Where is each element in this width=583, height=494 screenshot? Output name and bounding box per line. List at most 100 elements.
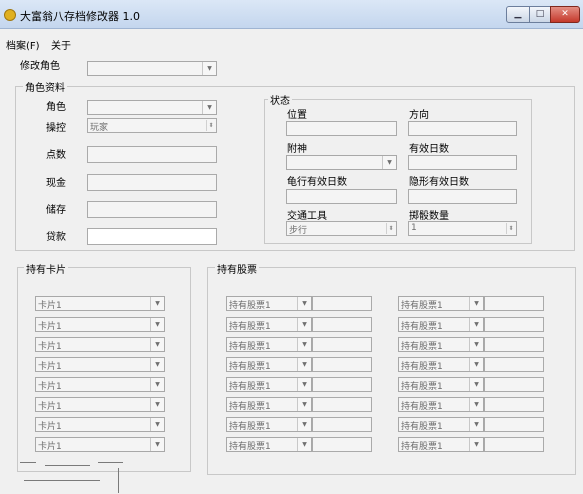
invisible-days-field[interactable] [408,189,517,204]
stock-amount-field[interactable] [312,417,372,432]
loan-field[interactable] [87,228,217,245]
chevron-down-icon[interactable]: ▼ [469,358,483,371]
stock-select[interactable]: 持有股票1 ▼ [226,317,312,332]
control-spinner[interactable]: 玩家 ⬍ [87,118,217,133]
chevron-down-icon[interactable]: ▼ [150,378,164,391]
chevron-down-icon[interactable]: ▼ [150,438,164,451]
card-select[interactable]: 卡片1 ▼ [35,337,165,352]
stock-amount-field[interactable] [312,337,372,352]
menu-about[interactable]: 关于 [51,37,71,52]
stock-amount-field[interactable] [312,437,372,452]
vehicle-spinner[interactable]: 步行 ⬍ [286,221,397,236]
turtle-days-field[interactable] [286,189,397,204]
cash-label: 现金 [46,178,66,189]
chevron-down-icon[interactable]: ▼ [150,338,164,351]
stock-select[interactable]: 持有股票1 ▼ [226,357,312,372]
minimize-button[interactable]: ▁ [506,6,530,23]
stock-select[interactable]: 持有股票1 ▼ [398,377,484,392]
card-select[interactable]: 卡片1 ▼ [35,357,165,372]
stock-select[interactable]: 持有股票1 ▼ [226,377,312,392]
invisible-days-label: 隐形有效日数 [409,177,469,188]
stock-amount-field[interactable] [312,397,372,412]
stock-amount-field[interactable] [312,317,372,332]
chevron-down-icon[interactable]: ▼ [297,338,311,351]
artifact-line [20,462,36,463]
modify-role-select[interactable]: ▼ [87,61,217,76]
card-select[interactable]: 卡片1 ▼ [35,397,165,412]
card-select[interactable]: 卡片1 ▼ [35,317,165,332]
spin-icon[interactable]: ⬍ [206,120,215,131]
chevron-down-icon[interactable]: ▼ [469,318,483,331]
chevron-down-icon[interactable]: ▼ [297,318,311,331]
card-select[interactable]: 卡片1 ▼ [35,296,165,311]
control-label: 操控 [46,123,66,134]
stock-amount-field[interactable] [484,417,544,432]
chevron-down-icon[interactable]: ▼ [297,297,311,310]
card-value: 卡片1 [38,422,62,432]
chevron-down-icon[interactable]: ▼ [150,318,164,331]
chevron-down-icon[interactable]: ▼ [297,418,311,431]
title-bar[interactable]: 大富翁八存档修改器 1.0 ▁ □ ✕ [0,0,583,29]
spirit-select[interactable]: ▼ [286,155,397,170]
chevron-down-icon[interactable]: ▼ [297,438,311,451]
chevron-down-icon[interactable]: ▼ [469,398,483,411]
stock-value: 持有股票1 [401,382,443,392]
savings-field[interactable] [87,201,217,218]
chevron-down-icon[interactable]: ▼ [297,398,311,411]
bomb-count-spinner[interactable]: 1 ⬍ [408,221,517,236]
stock-amount-field[interactable] [484,296,544,311]
card-value: 卡片1 [38,362,62,372]
spin-icon[interactable]: ⬍ [386,223,395,234]
stock-amount-field[interactable] [484,437,544,452]
stock-amount-field[interactable] [312,357,372,372]
chevron-down-icon[interactable]: ▼ [150,398,164,411]
stock-amount-field[interactable] [484,357,544,372]
stock-amount-field[interactable] [484,397,544,412]
menu-file[interactable]: 档案(F) [6,37,40,52]
role-select[interactable]: ▼ [87,100,217,115]
cash-field[interactable] [87,174,217,191]
points-field[interactable] [87,146,217,163]
maximize-button[interactable]: □ [529,6,551,23]
chevron-down-icon[interactable]: ▼ [150,358,164,371]
chevron-down-icon[interactable]: ▼ [469,418,483,431]
chevron-down-icon[interactable]: ▼ [297,378,311,391]
stock-select[interactable]: 持有股票1 ▼ [398,437,484,452]
stock-select[interactable]: 持有股票1 ▼ [398,397,484,412]
stock-amount-field[interactable] [484,337,544,352]
position-field[interactable] [286,121,397,136]
stock-select[interactable]: 持有股票1 ▼ [398,317,484,332]
chevron-down-icon[interactable]: ▼ [202,101,216,114]
chevron-down-icon[interactable]: ▼ [469,297,483,310]
stock-select[interactable]: 持有股票1 ▼ [226,397,312,412]
chevron-down-icon[interactable]: ▼ [297,358,311,371]
stock-amount-field[interactable] [312,377,372,392]
close-icon: ✕ [561,9,569,19]
spirit-days-field[interactable] [408,155,517,170]
chevron-down-icon[interactable]: ▼ [469,378,483,391]
stock-amount-field[interactable] [484,317,544,332]
close-button[interactable]: ✕ [550,6,580,23]
stock-select[interactable]: 持有股票1 ▼ [226,417,312,432]
stock-amount-field[interactable] [312,296,372,311]
spin-icon[interactable]: ⬍ [506,223,515,234]
stock-select[interactable]: 持有股票1 ▼ [398,357,484,372]
chevron-down-icon[interactable]: ▼ [469,438,483,451]
chevron-down-icon[interactable]: ▼ [202,62,216,75]
chevron-down-icon[interactable]: ▼ [150,418,164,431]
role-info-title: 角色资料 [23,79,67,94]
card-select[interactable]: 卡片1 ▼ [35,377,165,392]
stock-select[interactable]: 持有股票1 ▼ [226,296,312,311]
chevron-down-icon[interactable]: ▼ [382,156,396,169]
stock-select[interactable]: 持有股票1 ▼ [398,417,484,432]
stock-select[interactable]: 持有股票1 ▼ [226,337,312,352]
card-select[interactable]: 卡片1 ▼ [35,437,165,452]
stock-select[interactable]: 持有股票1 ▼ [226,437,312,452]
stock-select[interactable]: 持有股票1 ▼ [398,296,484,311]
direction-field[interactable] [408,121,517,136]
stock-select[interactable]: 持有股票1 ▼ [398,337,484,352]
chevron-down-icon[interactable]: ▼ [150,297,164,310]
card-select[interactable]: 卡片1 ▼ [35,417,165,432]
stock-amount-field[interactable] [484,377,544,392]
chevron-down-icon[interactable]: ▼ [469,338,483,351]
